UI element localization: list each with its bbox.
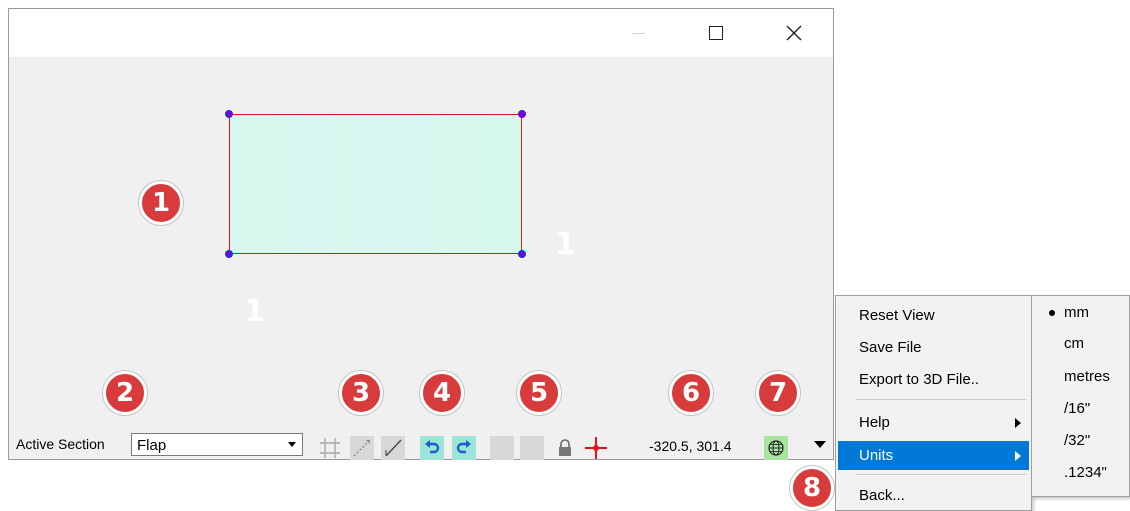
menu-item-back[interactable]: Back... xyxy=(838,481,1029,510)
menu-separator xyxy=(856,399,1026,400)
globe-button[interactable] xyxy=(764,436,788,460)
unit-label: cm xyxy=(1064,335,1084,352)
cursor-coordinates: -320.5, 301.4 xyxy=(649,438,732,454)
active-section-value: Flap xyxy=(137,437,167,454)
menu-item-label: Help xyxy=(859,414,890,431)
unit-option-cm[interactable]: cm xyxy=(1034,329,1129,359)
vertex-handle[interactable] xyxy=(225,110,233,118)
menu-item-export-3d[interactable]: Export to 3D File.. xyxy=(838,365,1029,394)
unit-option-metres[interactable]: metres xyxy=(1034,362,1129,392)
chevron-right-icon xyxy=(1015,451,1021,461)
undo-button[interactable] xyxy=(420,436,444,460)
vertex-handle[interactable] xyxy=(518,110,526,118)
callout-badge: 1 xyxy=(139,181,183,225)
unit-option-thirtyseconds[interactable]: /32" xyxy=(1034,426,1129,456)
selected-radio-icon xyxy=(1049,310,1055,316)
globe-icon xyxy=(768,440,784,456)
units-submenu: mm cm metres /16" /32" .1234" xyxy=(1031,295,1130,497)
menu-item-label: Units xyxy=(859,447,894,464)
unit-label: .1234" xyxy=(1064,464,1107,481)
drawing-canvas[interactable]: 1 1 1 xyxy=(9,57,833,425)
unit-option-decimal[interactable]: .1234" xyxy=(1034,458,1129,488)
crosshair-icon xyxy=(585,437,607,459)
unit-label: mm xyxy=(1064,304,1089,321)
status-bar: Active Section Flap -320.5, 301.4 xyxy=(9,425,833,460)
vertex-handle[interactable] xyxy=(225,250,233,258)
menu-item-label: Save File xyxy=(859,339,922,356)
vertex-handle[interactable] xyxy=(518,250,526,258)
callout-badge: 6 xyxy=(669,371,713,415)
callout-badge: 7 xyxy=(756,371,800,415)
draw-line-icon xyxy=(385,439,402,457)
unit-label: /32" xyxy=(1064,432,1091,449)
callout-badge: 3 xyxy=(339,371,383,415)
lock-button[interactable] xyxy=(553,436,577,460)
callout-badge: 8 xyxy=(790,466,834,510)
undo-icon xyxy=(425,440,440,454)
callout-badge: 2 xyxy=(103,371,147,415)
close-button[interactable] xyxy=(771,9,817,57)
dimension-label: 1 xyxy=(555,227,576,262)
crosshair-button[interactable] xyxy=(584,436,608,460)
snap-line-button[interactable] xyxy=(350,436,374,460)
maximize-icon xyxy=(709,26,723,40)
redo-button[interactable] xyxy=(452,436,476,460)
menu-item-units[interactable]: Units xyxy=(838,441,1029,470)
menu-separator xyxy=(856,474,1026,475)
menu-item-label: Back... xyxy=(859,487,905,504)
maximize-button[interactable] xyxy=(693,9,739,57)
grid-icon xyxy=(320,438,340,458)
active-section-label: Active Section xyxy=(16,436,105,452)
callout-badge: 4 xyxy=(420,371,464,415)
snap-line-icon xyxy=(353,440,370,457)
chevron-down-icon xyxy=(288,442,296,447)
active-section-select[interactable]: Flap xyxy=(131,433,303,456)
callout-badge: 5 xyxy=(517,371,561,415)
blank-tool-button[interactable] xyxy=(520,436,544,460)
minimize-icon xyxy=(631,32,645,34)
redo-icon xyxy=(456,440,471,454)
unit-option-sixteenths[interactable]: /16" xyxy=(1034,394,1129,424)
menu-item-label: Export to 3D File.. xyxy=(859,371,980,388)
close-icon xyxy=(786,25,802,41)
flap-shape[interactable] xyxy=(229,114,522,254)
unit-option-mm[interactable]: mm xyxy=(1034,298,1129,328)
menu-item-label: Reset View xyxy=(859,307,935,324)
grid-button[interactable] xyxy=(318,436,342,460)
dimension-label: 1 xyxy=(244,294,265,329)
menu-item-reset-view[interactable]: Reset View xyxy=(838,301,1029,330)
title-bar xyxy=(9,9,833,57)
unit-label: /16" xyxy=(1064,400,1091,417)
menu-item-save-file[interactable]: Save File xyxy=(838,333,1029,362)
menu-dropdown-icon[interactable] xyxy=(814,441,826,448)
lock-icon xyxy=(559,439,571,456)
chevron-right-icon xyxy=(1015,418,1021,428)
blank-tool-button[interactable] xyxy=(490,436,514,460)
menu-item-help[interactable]: Help xyxy=(838,408,1029,437)
minimize-button[interactable] xyxy=(615,9,661,57)
unit-label: metres xyxy=(1064,368,1110,385)
draw-line-button[interactable] xyxy=(381,436,405,460)
context-menu: Reset View Save File Export to 3D File..… xyxy=(835,295,1032,511)
